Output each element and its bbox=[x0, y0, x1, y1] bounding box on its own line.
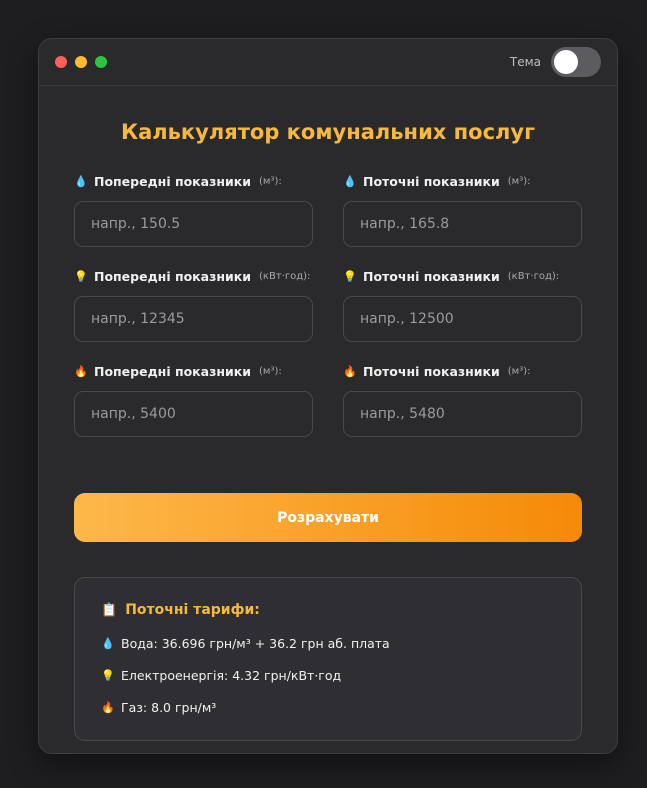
field-label: Поточні показники bbox=[363, 268, 500, 284]
theme-toggle-knob bbox=[554, 50, 578, 74]
tariff-text: Газ: 8.0 грн/м³ bbox=[121, 699, 217, 715]
calculator-content: Калькулятор комунальних послуг 💧 Поперед… bbox=[39, 120, 617, 741]
water-drop-icon: 💧 bbox=[343, 174, 357, 188]
tariff-electricity: 💡 Електроенергія: 4.32 грн/кВт·год bbox=[101, 666, 555, 684]
close-window-button[interactable] bbox=[55, 56, 67, 68]
tariff-water: 💧 Вода: 36.696 грн/м³ + 36.2 грн аб. пла… bbox=[101, 634, 555, 652]
theme-label: Тема bbox=[509, 55, 541, 69]
lightbulb-icon: 💡 bbox=[101, 668, 115, 682]
electricity-current-field: 💡 Поточні показники (кВт·год): bbox=[343, 267, 582, 362]
field-unit: (м³): bbox=[259, 175, 282, 187]
tariff-text: Вода: 36.696 грн/м³ + 36.2 грн аб. плата bbox=[121, 635, 390, 651]
fire-icon: 🔥 bbox=[74, 364, 88, 378]
field-label: Попередні показники bbox=[94, 173, 252, 189]
field-unit: (м³): bbox=[507, 365, 531, 377]
field-label: Поточні показники bbox=[363, 363, 500, 379]
field-label: Попередні показники bbox=[94, 268, 252, 284]
electricity-current-input[interactable] bbox=[343, 296, 582, 342]
lightbulb-icon: 💡 bbox=[343, 269, 357, 283]
tariff-gas: 🔥 Газ: 8.0 грн/м³ bbox=[101, 698, 555, 716]
field-unit: (м³): bbox=[259, 365, 282, 377]
tariffs-panel: 📋 Поточні тарифи: 💧 Вода: 36.696 грн/м³ … bbox=[74, 577, 582, 741]
water-drop-icon: 💧 bbox=[101, 636, 115, 650]
fire-icon: 🔥 bbox=[101, 700, 115, 714]
gas-previous-field: 🔥 Попередні показники (м³): bbox=[74, 362, 313, 457]
water-previous-field: 💧 Попередні показники (м³): bbox=[74, 172, 313, 267]
field-label: Поточні показники bbox=[363, 173, 500, 189]
field-unit: (м³): bbox=[507, 175, 531, 187]
theme-switcher: Тема bbox=[510, 47, 601, 77]
tariff-text: Електроенергія: 4.32 грн/кВт·год bbox=[121, 667, 342, 683]
tariffs-title-text: Поточні тарифи: bbox=[125, 602, 260, 618]
readings-form: 💧 Попередні показники (м³): 💧 Поточні по… bbox=[74, 172, 582, 457]
electricity-previous-field: 💡 Попередні показники (кВт·год): bbox=[74, 267, 313, 362]
water-drop-icon: 💧 bbox=[74, 174, 88, 188]
water-previous-input[interactable] bbox=[74, 201, 313, 247]
gas-current-field: 🔥 Поточні показники (м³): bbox=[343, 362, 582, 457]
field-unit: (кВт·год): bbox=[259, 270, 311, 282]
gas-current-input[interactable] bbox=[343, 391, 582, 437]
lightbulb-icon: 💡 bbox=[74, 269, 88, 283]
title-bar: Тема bbox=[39, 39, 617, 86]
app-window: Тема Калькулятор комунальних послуг 💧 По… bbox=[38, 38, 618, 754]
field-unit: (кВт·год): bbox=[507, 270, 560, 282]
tariffs-title: 📋 Поточні тарифи: bbox=[101, 600, 555, 620]
page-title: Калькулятор комунальних послуг bbox=[120, 120, 536, 144]
gas-previous-input[interactable] bbox=[74, 391, 313, 437]
maximize-window-button[interactable] bbox=[95, 56, 107, 68]
clipboard-icon: 📋 bbox=[101, 602, 118, 618]
minimize-window-button[interactable] bbox=[75, 56, 87, 68]
water-current-field: 💧 Поточні показники (м³): bbox=[343, 172, 582, 267]
fire-icon: 🔥 bbox=[343, 364, 357, 378]
field-label: Попередні показники bbox=[94, 363, 252, 379]
calculate-button[interactable]: Розрахувати bbox=[74, 493, 582, 542]
electricity-previous-input[interactable] bbox=[74, 296, 313, 342]
water-current-input[interactable] bbox=[343, 201, 582, 247]
theme-toggle[interactable] bbox=[551, 47, 601, 77]
